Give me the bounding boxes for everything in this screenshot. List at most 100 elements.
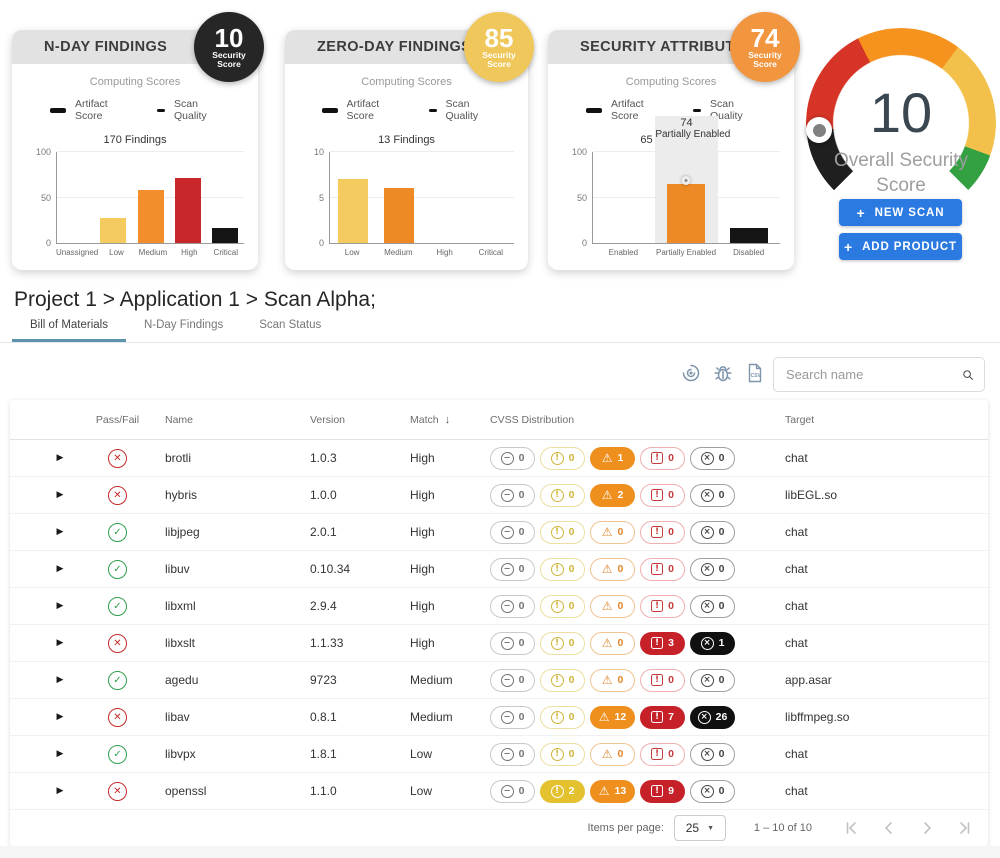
first-page-icon[interactable] [844,821,858,835]
table-row: ▶✕libxslt1.1.33High−0!0⚠0!3×1chat [10,625,988,662]
bars [330,152,514,243]
circle-x-icon: × [701,748,714,761]
cvss-count: 0 [719,563,725,575]
cvss-count: 13 [615,785,627,797]
cvss-critical-badge: ×1 [690,632,735,655]
bar-high[interactable] [175,178,201,243]
tab-bill-of-materials[interactable]: Bill of Materials [12,319,126,342]
summary-card-zero-day-findings: ZERO-DAY FINDINGS85Security ScoreComputi… [285,30,528,270]
cvss-count: 0 [519,600,525,612]
sort-descending-icon[interactable]: ↓ [445,414,451,426]
items-per-page-label: Items per page: [587,822,663,834]
x-tick-label: Medium [375,248,421,258]
table-row: ▶✓libvpx1.8.1Low−0!0⚠0!0×0chat [10,736,988,773]
items-per-page-select[interactable]: 25 ▼ [674,815,726,841]
bug-icon[interactable] [712,362,734,384]
column-header-cvss-distribution: CVSS Distribution [485,414,775,426]
expand-row-icon[interactable]: ▶ [57,786,64,796]
bar-medium[interactable] [384,188,414,243]
bar-medium[interactable] [138,190,164,243]
last-page-icon[interactable] [958,821,972,835]
security-score-badge: 10Security Score [194,12,264,82]
cvss-distribution: −0!0⚠12!7×26 [485,706,775,729]
legend-label: Scan Quality [446,98,492,122]
circle-exclamation-icon: ! [551,748,564,761]
component-version: 1.0.0 [300,488,400,502]
bar-disabled[interactable] [730,228,768,243]
match-level: High [400,525,485,539]
target-name: app.asar [775,673,988,687]
circle-minus-icon: − [501,563,514,576]
cvss-count: 0 [719,785,725,797]
security-score-badge: 85Security Score [464,12,534,82]
cvss-high-badge: !0 [640,484,685,507]
x-tick-label: Critical [468,248,514,258]
expand-row-icon[interactable]: ▶ [57,601,64,611]
expand-row-icon[interactable]: ▶ [57,638,64,648]
add-product-button[interactable]: + ADD PRODUCT [839,233,962,260]
search-icon[interactable] [962,365,974,385]
table-row: ▶✓agedu9723Medium−0!0⚠0!0×0app.asar [10,662,988,699]
rescan-icon[interactable] [680,362,702,384]
cvss-count: 0 [519,711,525,723]
cvss-count: 0 [719,748,725,760]
fail-icon: ✕ [108,486,127,505]
expand-row-icon[interactable]: ▶ [57,675,64,685]
expand-row-icon[interactable]: ▶ [57,453,64,463]
table-footer: Items per page: 25 ▼ 1 – 10 of 10 [10,810,988,846]
legend-item: Artifact Score [50,98,121,122]
cvss-unassigned-badge: −0 [490,521,535,544]
expand-row-icon[interactable]: ▶ [57,564,64,574]
y-tick-label: 0 [319,238,324,248]
circle-x-icon: × [701,563,714,576]
match-level: Medium [400,673,485,687]
cvss-unassigned-badge: −0 [490,632,535,655]
triangle-exclamation-icon: ⚠ [602,673,613,687]
legend-label: Artifact Score [611,98,657,122]
cvss-count: 0 [719,674,725,686]
cvss-count: 0 [719,452,725,464]
circle-exclamation-icon: ! [551,637,564,650]
cvss-count: 0 [668,674,674,686]
tabs-divider [0,342,1000,343]
bar-critical[interactable] [212,228,238,243]
x-tick-label: Critical [208,248,244,258]
legend-label: Artifact Score [75,98,121,122]
expand-row-icon[interactable]: ▶ [57,712,64,722]
bar-low[interactable] [338,179,368,243]
expand-row-icon[interactable]: ▶ [57,749,64,759]
circle-minus-icon: − [501,452,514,465]
scan-quality-dash-icon [693,109,701,112]
previous-page-icon[interactable] [882,821,896,835]
match-level: Medium [400,710,485,724]
tab-scan-status[interactable]: Scan Status [241,319,339,342]
square-exclamation-icon: ! [651,526,663,538]
y-tick-label: 10 [314,147,324,157]
triangle-exclamation-icon: ⚠ [602,747,613,761]
cvss-count: 0 [617,674,623,686]
circle-exclamation-icon: ! [551,674,564,687]
search-input[interactable] [786,367,962,382]
x-tick-label: High [171,248,207,258]
cvss-medium-badge: ⚠0 [590,558,635,581]
page-bottom-strip [0,846,1000,858]
cvss-count: 0 [519,563,525,575]
circle-exclamation-icon: ! [551,563,564,576]
new-scan-button[interactable]: + NEW SCAN [839,199,962,226]
expand-row-icon[interactable]: ▶ [57,527,64,537]
csv-export-icon[interactable]: CSV [744,362,766,384]
cvss-low-badge: !2 [540,780,585,803]
circle-x-icon: × [701,452,714,465]
expand-row-icon[interactable]: ▶ [57,490,64,500]
bar-partially-enabled[interactable] [667,184,705,243]
cvss-count: 0 [519,489,525,501]
chart-title: 13 Findings [285,134,528,146]
legend-item: Artifact Score [322,98,393,122]
square-exclamation-icon: ! [651,563,663,575]
chevron-down-icon: ▼ [707,825,714,832]
badge-score-value: 10 [215,25,244,51]
cvss-critical-badge: ×0 [690,595,735,618]
tab-n-day-findings[interactable]: N-Day Findings [126,319,241,342]
next-page-icon[interactable] [920,821,934,835]
bar-low[interactable] [100,218,126,243]
